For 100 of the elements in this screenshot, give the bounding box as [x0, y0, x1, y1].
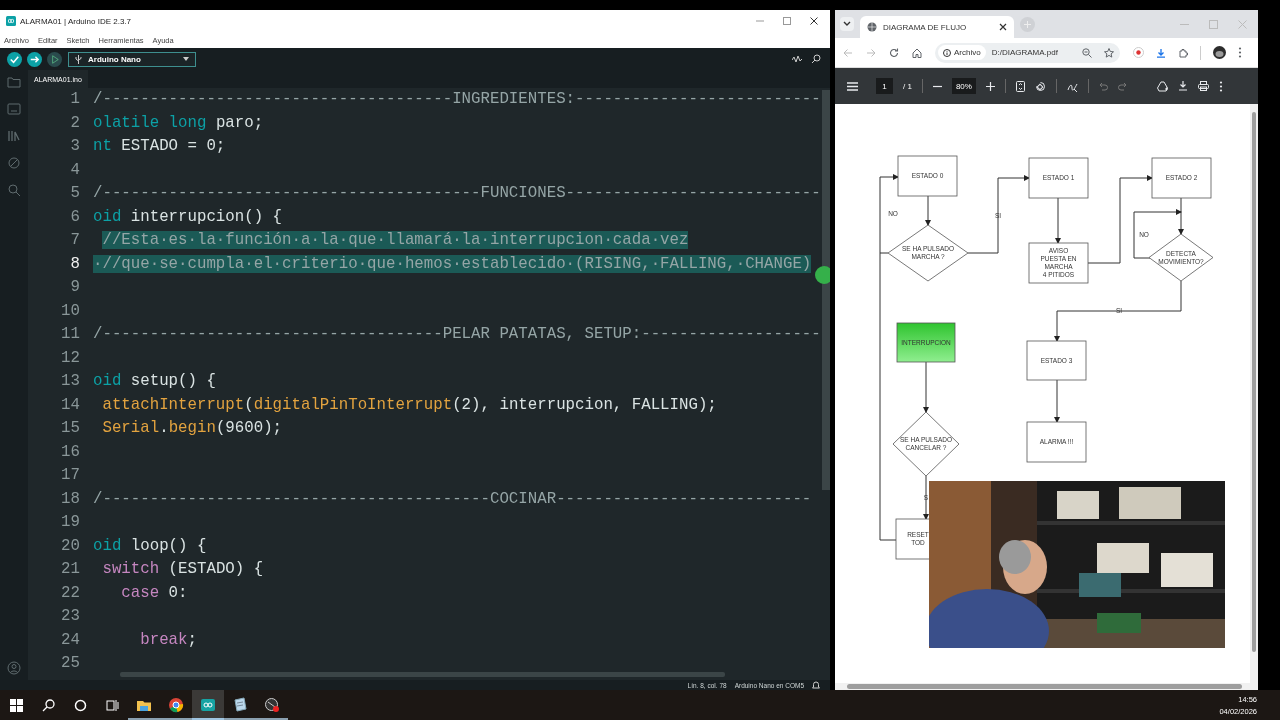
window-title: ALARMA01 | Arduino IDE 2.3.7	[20, 16, 132, 26]
redo-icon[interactable]	[1117, 81, 1127, 91]
code-line: /----------------------------------------FUNCIONES---------------------------	[93, 183, 822, 204]
record-icon	[264, 697, 280, 713]
code-line: Serial.begin(9600);	[101, 418, 284, 439]
taskbar-button[interactable]	[192, 690, 224, 720]
url-text: D:/DIAGRAMA.pdf	[991, 48, 1058, 57]
flow-line	[879, 252, 889, 254]
scrollbar[interactable]	[1252, 112, 1256, 652]
zoom-field[interactable]: 80%	[951, 78, 976, 94]
code-line: /-----------------------------------------COCINAR---------------------------	[93, 488, 813, 510]
download-icon[interactable]	[1156, 47, 1166, 58]
line-number: 16	[60, 441, 80, 463]
maximize-icon[interactable]	[782, 16, 792, 26]
bell-icon[interactable]	[812, 681, 820, 689]
flow-arrow	[925, 195, 931, 226]
verify-button[interactable]	[7, 51, 22, 67]
code-line: oid interrupcion() {	[93, 206, 284, 228]
pointer-highlight	[815, 266, 830, 284]
library-icon[interactable]	[7, 130, 21, 142]
search-icon[interactable]	[41, 698, 55, 712]
code-line: oid setup() {	[93, 371, 217, 392]
windows-icon[interactable]	[9, 698, 23, 712]
line-number: 3	[69, 136, 80, 157]
arrow-icon	[30, 55, 40, 63]
line-number: 23	[60, 606, 80, 627]
close-icon[interactable]	[999, 23, 1007, 31]
rotate-icon[interactable]	[1034, 80, 1046, 92]
line-number: 20	[60, 535, 80, 557]
flow-arrow	[923, 361, 929, 413]
line-number: 9	[69, 277, 80, 298]
line-number: 5	[69, 183, 80, 204]
reload-icon[interactable]	[889, 47, 899, 58]
code-line: /-------------------------------------INGREDIENTES:--------------------------	[93, 89, 822, 110]
line-number: 10	[60, 300, 80, 322]
profile-icon[interactable]	[7, 661, 21, 675]
line-number: 11	[60, 324, 80, 345]
code-line: case 0:	[120, 582, 189, 604]
more-icon[interactable]	[1218, 80, 1223, 92]
chevron-icon	[843, 21, 851, 27]
line-number: 6	[69, 206, 80, 228]
flow-arrow	[923, 475, 929, 520]
record-icon[interactable]	[1133, 47, 1144, 58]
extensions-icon[interactable]	[1178, 47, 1188, 58]
browser-icon	[168, 697, 184, 713]
ring-icon[interactable]	[73, 698, 87, 712]
notepad-icon	[232, 697, 248, 713]
page-count: / 1	[903, 81, 912, 91]
code-line: break;	[139, 629, 198, 651]
close-icon[interactable]	[809, 16, 819, 26]
prohibited-icon[interactable]	[7, 157, 21, 169]
line-number: 18	[60, 488, 80, 510]
scrollbar[interactable]	[847, 684, 1242, 689]
board-selector[interactable]: Arduino Nano	[68, 51, 196, 67]
undo-icon[interactable]	[1098, 81, 1108, 91]
line-number: 21	[60, 559, 80, 580]
tab-list-button[interactable]	[840, 17, 854, 31]
task-view-icon[interactable]	[105, 698, 119, 712]
upload-button[interactable]	[27, 51, 42, 67]
more-icon[interactable]	[1238, 47, 1242, 58]
check-icon	[10, 55, 19, 63]
zoom-icon[interactable]	[1082, 47, 1092, 58]
infinity-icon	[200, 697, 216, 713]
globe-icon	[867, 22, 877, 32]
line-number: 12	[60, 347, 80, 369]
magnifier-icon[interactable]	[811, 54, 821, 64]
triangle-plus-icon[interactable]	[1156, 80, 1168, 92]
print-icon[interactable]	[1197, 81, 1209, 91]
line-number: 7	[69, 230, 80, 251]
address-bar[interactable]: Archivo D:/DIAGRAMA.pdf	[935, 42, 1120, 63]
code-line: nt ESTADO = 0;	[93, 136, 227, 157]
site-info-chip[interactable]: Archivo	[938, 45, 986, 60]
page-field[interactable]: 1	[876, 78, 893, 94]
code-line: olatile long paro;	[93, 112, 265, 134]
fit-page-icon[interactable]	[1015, 80, 1025, 92]
flow-arrow	[1054, 379, 1060, 423]
bookmark-icon[interactable]	[1104, 47, 1114, 58]
scrollbar[interactable]	[120, 672, 725, 677]
zoom-in-icon[interactable]	[985, 81, 995, 91]
folder-icon[interactable]	[7, 76, 21, 88]
line-number: 22	[60, 582, 80, 604]
menu-icon[interactable]	[847, 81, 858, 91]
play-icon	[52, 54, 59, 64]
line-number: 2	[69, 112, 80, 134]
usb-icon	[75, 54, 82, 64]
plus-icon	[1024, 20, 1031, 28]
line-number: 17	[60, 465, 80, 486]
browser-tab[interactable]: DIAGRAMA DE FLUJO	[860, 16, 1014, 38]
line-number: 1	[69, 89, 80, 110]
line-number: 14	[60, 394, 80, 416]
caret-icon[interactable]	[183, 57, 189, 61]
flow-arrow	[1055, 197, 1061, 244]
code-line: attachInterrupt(digitalPinToInterrupt(2), interrupcion, FALLING);	[101, 394, 718, 416]
profile-avatar-icon[interactable]	[1213, 46, 1226, 59]
home-icon[interactable]	[912, 47, 922, 58]
app-icon	[6, 16, 16, 26]
code-line: oid loop() {	[93, 535, 208, 557]
waveform-icon[interactable]	[792, 54, 802, 64]
scrollbar[interactable]	[822, 90, 830, 490]
code-line: /------------------------------------PELAR PATATAS, SETUP:-------------------	[93, 324, 822, 345]
